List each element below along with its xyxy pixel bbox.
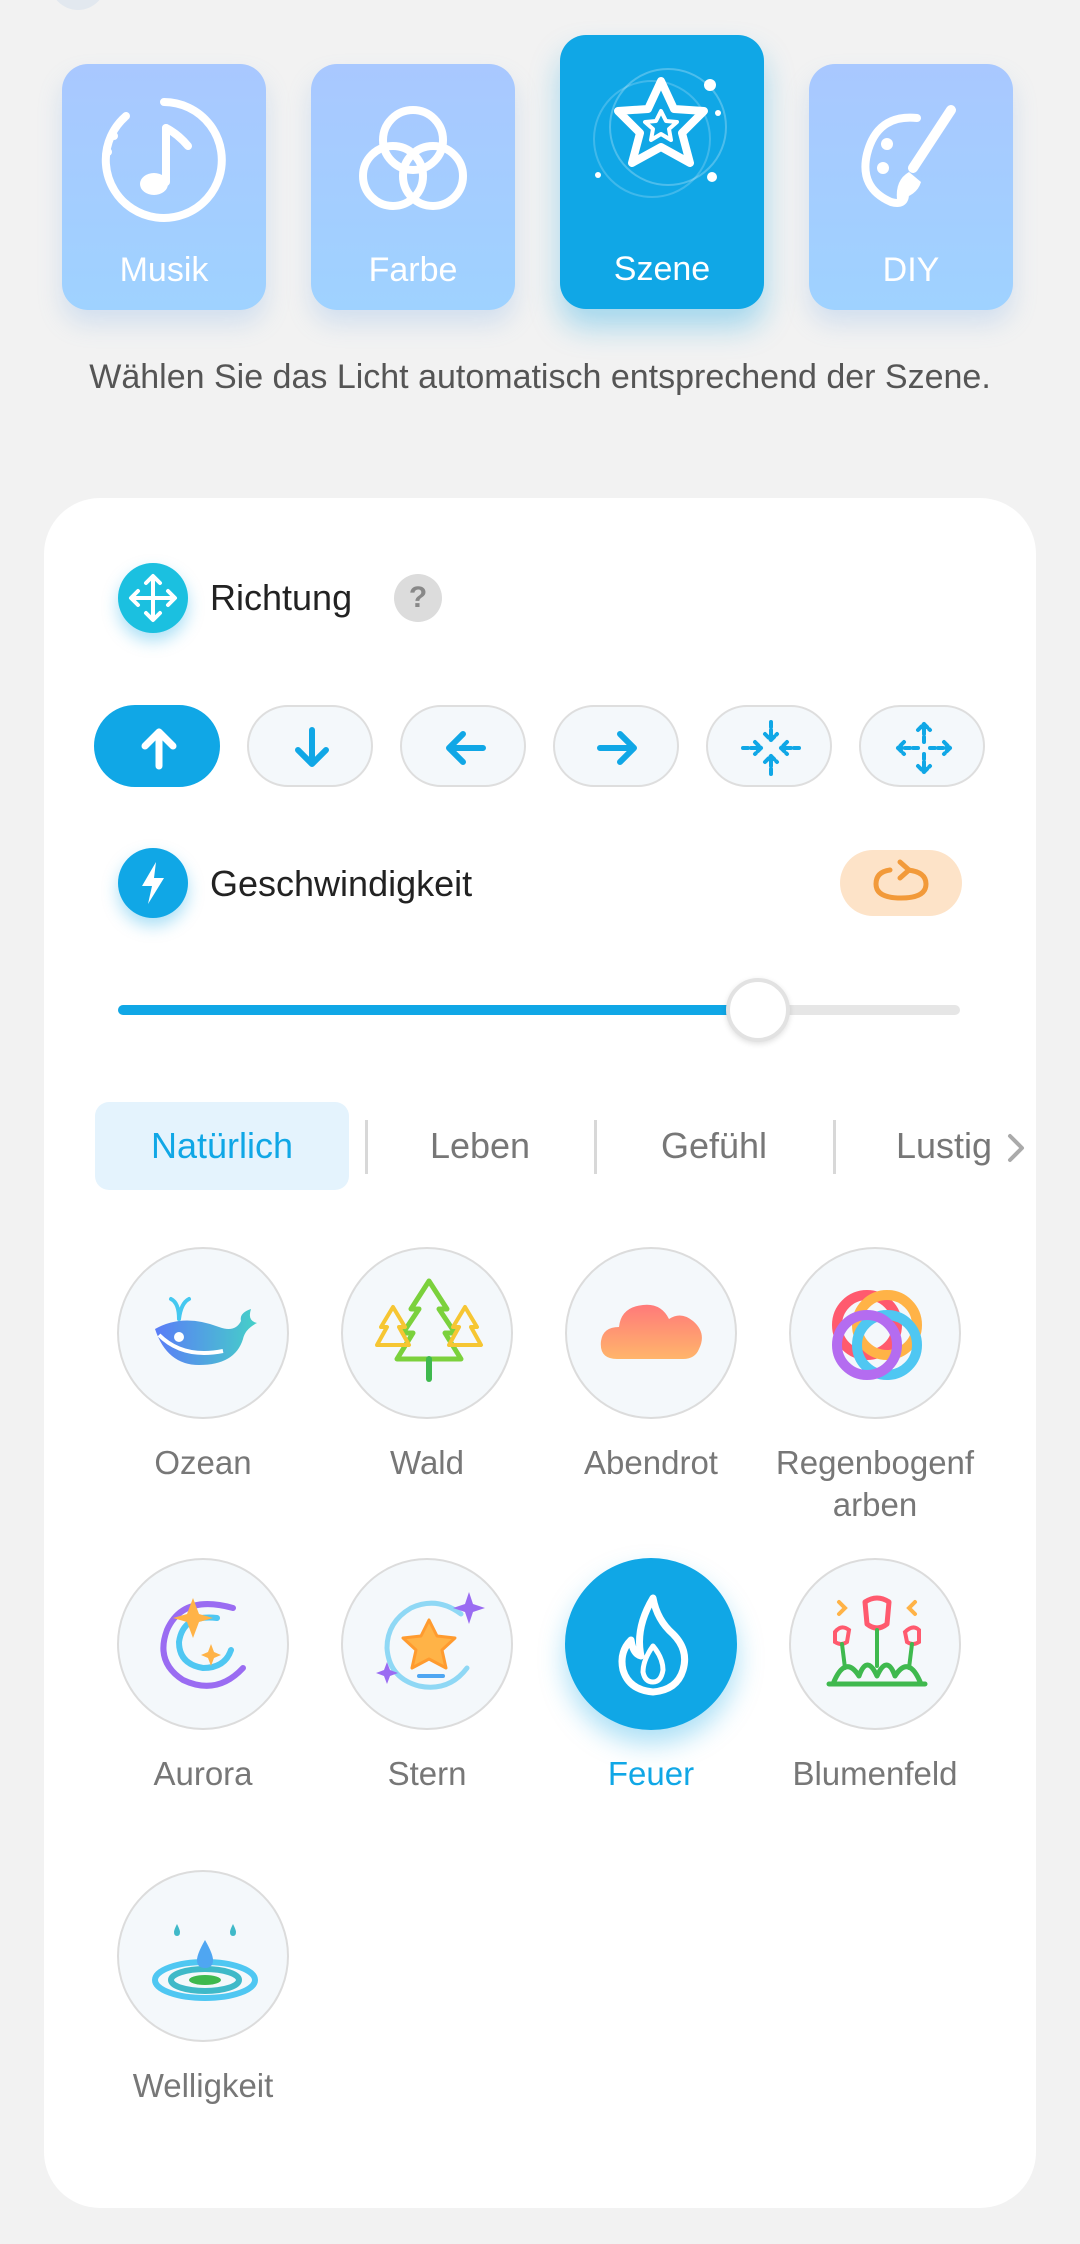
scene-stern-button[interactable] [341,1558,513,1730]
direction-left-button[interactable] [400,705,526,787]
mode-tab-diy[interactable]: DIY [809,64,1013,310]
direction-move-icon [118,563,188,633]
scene-label: Blumenfeld [792,1755,958,1792]
aurora-icon [160,1598,246,1689]
music-note-icon [101,98,226,222]
arrow-right-icon [597,731,637,765]
category-label: Gefühl [660,1125,768,1166]
loop-button[interactable] [840,850,962,916]
star-scene-icon [593,68,727,198]
diverge-arrows-icon [896,722,952,774]
mode-label: Szene [613,250,711,288]
flowers-icon [826,1595,928,1687]
scene-blumenfeld-button[interactable] [789,1558,961,1730]
speed-title: Geschwindigkeit [210,863,473,904]
help-icon[interactable]: ? [394,574,442,622]
rainbow-rings-icon [832,1290,922,1380]
category-divider [365,1120,368,1174]
loop-icon [873,859,929,901]
chevron-right-icon[interactable] [1004,1128,1028,1168]
mode-tab-farbe[interactable]: Farbe [311,64,515,310]
cloud-icon [600,1304,702,1359]
top-partial-indicator [50,0,106,10]
scene-label: Abendrot [584,1444,718,1481]
flame-icon [618,1594,689,1696]
category-tab-lustig[interactable]: Lustig [896,1102,1000,1190]
mode-description: Wählen Sie das Licht automatisch entspre… [89,358,991,396]
palette-brush-icon [861,105,956,207]
scene-wald-button[interactable] [341,1247,513,1419]
direction-title: Richtung [210,577,353,618]
scene-ozean-button[interactable] [117,1247,289,1419]
scene-label: Wald [390,1444,464,1481]
mode-label: DIY [882,251,940,289]
scene-label: Ozean [154,1444,252,1481]
category-divider [594,1120,597,1174]
arrow-down-icon [295,727,329,767]
scene-label: Feuer [607,1755,695,1792]
direction-right-button[interactable] [553,705,679,787]
category-label: Lustig [896,1125,993,1166]
scene-label: Welligkeit [132,2067,274,2104]
direction-down-button[interactable] [247,705,373,787]
forest-icon [375,1278,483,1382]
category-label: Natürlich [150,1125,294,1166]
arrow-left-icon [446,731,486,765]
speed-lightning-icon [118,848,188,918]
scene-welligkeit-button[interactable] [117,1870,289,2042]
mode-tab-szene[interactable]: Szene [560,35,764,309]
scene-label: Aurora [153,1755,253,1792]
color-circles-icon [359,106,467,210]
speed-slider-fill [118,1005,758,1015]
scene-feuer-button[interactable] [565,1558,737,1730]
scene-aurora-button[interactable] [117,1558,289,1730]
scene-regenbogenfarben-button[interactable] [789,1247,961,1419]
mode-label: Musik [119,251,209,289]
category-divider [833,1120,836,1174]
ripple-icon [152,1924,258,2001]
category-tab-leben[interactable]: Leben [386,1102,574,1190]
star-icon [376,1592,485,1690]
category-tab-natuerlich[interactable]: Natürlich [95,1102,349,1190]
converge-arrows-icon [741,720,801,776]
whale-icon [155,1297,257,1365]
mode-label: Farbe [368,251,458,289]
scene-label: Regenbogenf arben [775,1444,975,1523]
category-tab-gefuehl[interactable]: Gefühl [614,1102,814,1190]
direction-diverge-button[interactable] [859,705,985,787]
mode-tab-musik[interactable]: Musik [62,64,266,310]
speed-slider-thumb[interactable] [725,978,790,1042]
arrow-up-icon [141,728,177,770]
category-label: Leben [429,1125,531,1166]
scene-abendrot-button[interactable] [565,1247,737,1419]
direction-up-button[interactable] [94,705,220,787]
scene-label: Stern [387,1755,467,1792]
direction-converge-button[interactable] [706,705,832,787]
